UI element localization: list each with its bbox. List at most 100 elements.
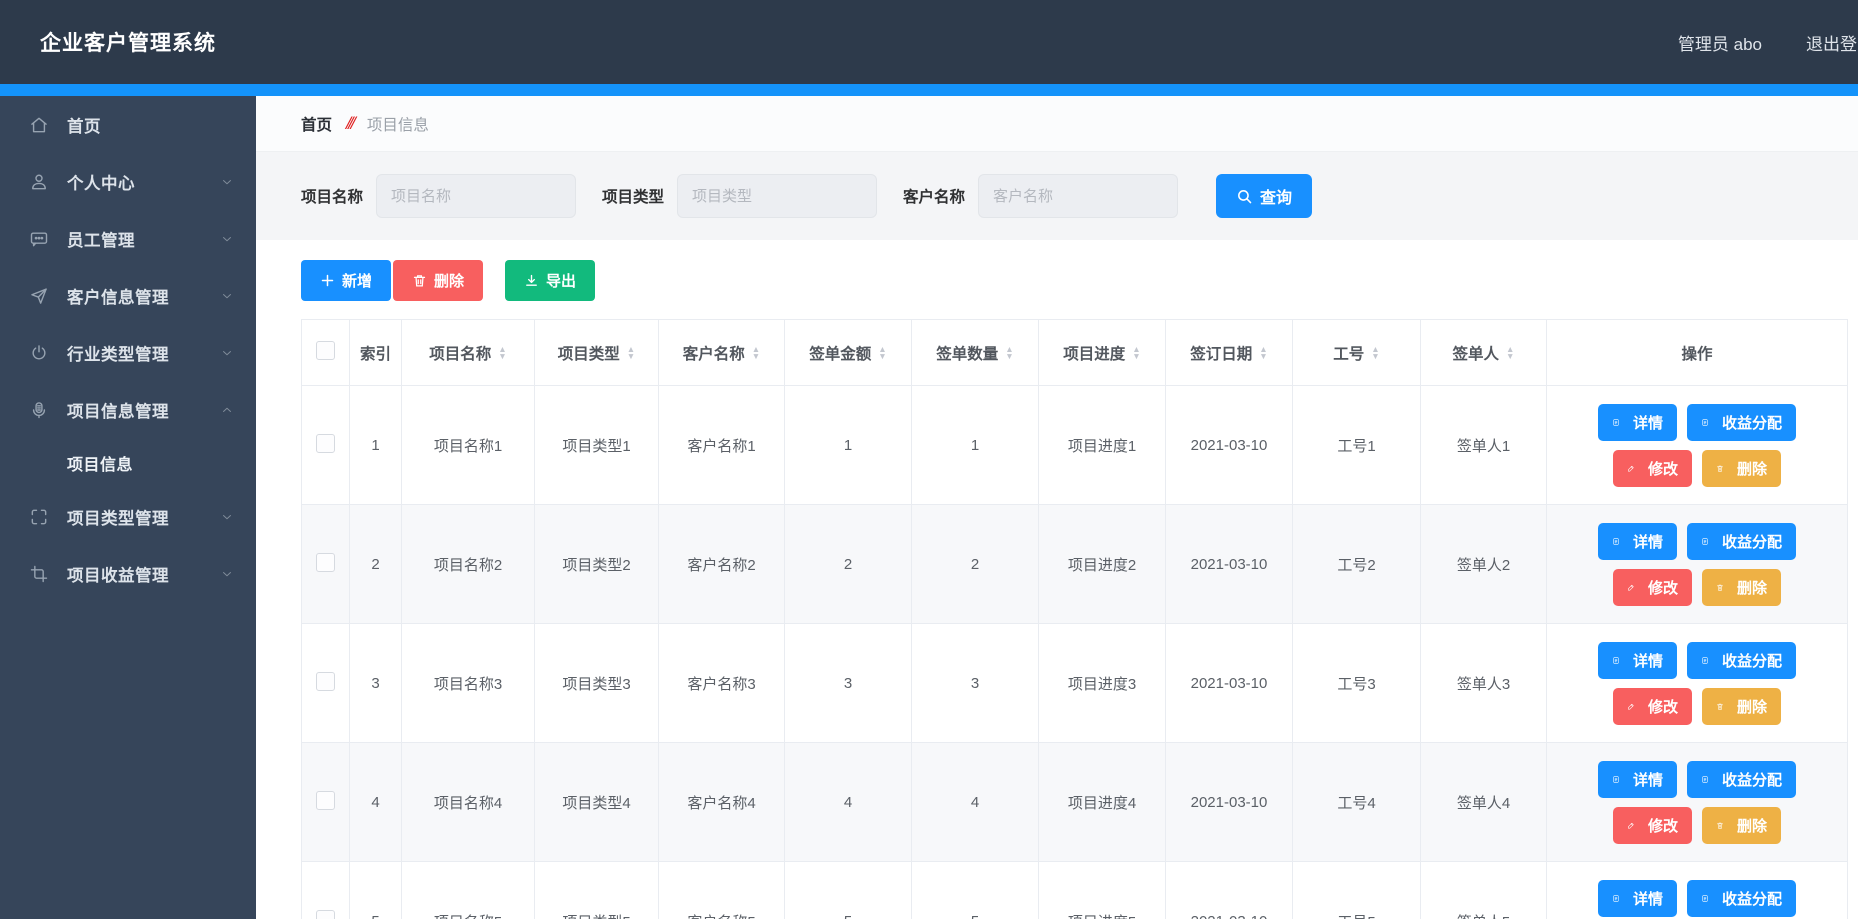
- sort-icon[interactable]: ▲▼: [1132, 346, 1140, 360]
- column-header[interactable]: 客户名称 ▲▼: [659, 320, 785, 386]
- row-actions-cell: 详情 收益分配 修改 删除: [1547, 624, 1848, 743]
- table-header-row: 索引项目名称▲▼项目类型▲▼客户名称▲▼签单金额▲▼签单数量▲▼项目进度▲▼签订…: [302, 320, 1848, 386]
- breadcrumb-current: 项目信息: [367, 113, 429, 135]
- sidebar-subitem[interactable]: 项目信息: [0, 438, 256, 488]
- row-checkbox[interactable]: [316, 672, 335, 691]
- doc-icon: [1612, 891, 1627, 906]
- income-allocation-button[interactable]: 收益分配: [1687, 880, 1796, 917]
- sidebar-menu: 首页个人中心员工管理客户信息管理行业类型管理项目信息管理项目信息项目类型管理项目…: [0, 96, 256, 602]
- sort-icon[interactable]: ▲▼: [1005, 346, 1013, 360]
- column-header[interactable]: 项目进度▲▼: [1039, 320, 1166, 386]
- row-actions-cell: 详情 收益分配 修改 删除: [1547, 743, 1848, 862]
- cell-worker: 工号4: [1293, 743, 1421, 862]
- sort-icon[interactable]: ▲▼: [1371, 346, 1379, 360]
- edit-button[interactable]: 修改: [1613, 807, 1692, 844]
- row-select-cell: [302, 743, 350, 862]
- row-actions-cell: 详情 收益分配 修改 删除: [1547, 386, 1848, 505]
- sort-icon[interactable]: ▲▼: [1506, 346, 1514, 360]
- sidebar-item[interactable]: 项目类型管理: [0, 488, 256, 545]
- sidebar-item[interactable]: 行业类型管理: [0, 324, 256, 381]
- customer-name-input[interactable]: [978, 174, 1178, 218]
- chevron-down-icon: [220, 567, 234, 581]
- column-header[interactable]: 签订日期▲▼: [1166, 320, 1293, 386]
- sidebar-item[interactable]: 首页: [0, 96, 256, 153]
- cell-progress: 项目进度1: [1039, 386, 1166, 505]
- project-name-input[interactable]: [376, 174, 576, 218]
- column-header-label: 操作: [1681, 342, 1712, 364]
- filter-group-project-type: 项目类型: [602, 174, 877, 218]
- column-header[interactable]: 项目名称▲▼: [402, 320, 535, 386]
- sidebar-item[interactable]: 项目收益管理: [0, 545, 256, 602]
- column-header[interactable]: 签单数量 ▲▼: [912, 320, 1039, 386]
- income-allocation-button[interactable]: 收益分配: [1687, 761, 1796, 798]
- sidebar-item[interactable]: 客户信息管理: [0, 267, 256, 324]
- row-delete-button[interactable]: 删除: [1702, 450, 1781, 487]
- cell-customer: 客户名称1: [659, 386, 785, 505]
- trash-icon: [1716, 699, 1731, 714]
- row-checkbox[interactable]: [316, 791, 335, 810]
- project-type-input[interactable]: [677, 174, 877, 218]
- column-header-label: 签单数量: [936, 342, 998, 364]
- sidebar-item-label: 个人中心: [67, 170, 135, 194]
- edit-button[interactable]: 修改: [1613, 450, 1692, 487]
- sidebar-item-label: 行业类型管理: [67, 341, 169, 365]
- detail-button[interactable]: 详情: [1598, 761, 1677, 798]
- row-delete-button[interactable]: 删除: [1702, 688, 1781, 725]
- edit-icon: [1627, 818, 1642, 833]
- sidebar-item[interactable]: 员工管理: [0, 210, 256, 267]
- cell-amount: 3: [785, 624, 912, 743]
- add-button[interactable]: 新增: [301, 260, 391, 301]
- row-delete-button[interactable]: 删除: [1702, 569, 1781, 606]
- sort-icon[interactable]: ▲▼: [752, 346, 760, 360]
- sidebar-item-label: 项目信息管理: [67, 398, 169, 422]
- sidebar-item-label: 项目收益管理: [67, 562, 169, 586]
- column-header[interactable]: 项目类型▲▼: [535, 320, 659, 386]
- sidebar-item[interactable]: 项目信息管理: [0, 381, 256, 438]
- edit-icon: [1627, 699, 1642, 714]
- edit-button[interactable]: 修改: [1613, 688, 1692, 725]
- detail-button[interactable]: 详情: [1598, 642, 1677, 679]
- detail-button[interactable]: 详情: [1598, 404, 1677, 441]
- doc-icon: [1612, 534, 1627, 549]
- sidebar-item-label: 首页: [67, 113, 101, 137]
- cell-name: 项目名称4: [402, 743, 535, 862]
- chevron-down-icon: [220, 175, 234, 189]
- search-button[interactable]: 查询: [1216, 174, 1312, 218]
- row-checkbox[interactable]: [316, 434, 335, 453]
- sort-icon[interactable]: ▲▼: [627, 346, 635, 360]
- cell-signer: 签单人5: [1421, 862, 1547, 919]
- cell-type: 项目类型1: [535, 386, 659, 505]
- row-delete-button[interactable]: 删除: [1702, 807, 1781, 844]
- doc-icon: [1612, 772, 1627, 787]
- cell-worker: 工号2: [1293, 505, 1421, 624]
- logout-link[interactable]: 退出登录: [1806, 30, 1858, 55]
- detail-button[interactable]: 详情: [1598, 880, 1677, 917]
- row-checkbox[interactable]: [316, 553, 335, 572]
- income-allocation-button[interactable]: 收益分配: [1687, 523, 1796, 560]
- download-icon: [524, 273, 539, 288]
- column-header[interactable]: 工号▲▼: [1293, 320, 1421, 386]
- breadcrumb-separator: ///: [346, 113, 353, 135]
- home-icon: [28, 114, 50, 136]
- column-header[interactable]: 签单金额▲▼: [785, 320, 912, 386]
- sort-icon[interactable]: ▲▼: [878, 346, 886, 360]
- delete-button[interactable]: 删除: [393, 260, 483, 301]
- sidebar-item[interactable]: 个人中心: [0, 153, 256, 210]
- sort-icon[interactable]: ▲▼: [1259, 346, 1267, 360]
- cell-index: 4: [350, 743, 402, 862]
- export-button[interactable]: 导出: [505, 260, 595, 301]
- column-header-label: 客户名称: [683, 342, 745, 364]
- column-header[interactable]: 签单人▲▼: [1421, 320, 1547, 386]
- income-allocation-button[interactable]: 收益分配: [1687, 404, 1796, 441]
- sort-icon[interactable]: ▲▼: [498, 346, 506, 360]
- detail-button[interactable]: 详情: [1598, 523, 1677, 560]
- breadcrumb-home-link[interactable]: 首页: [301, 113, 332, 135]
- trash-icon: [1716, 461, 1731, 476]
- income-allocation-button[interactable]: 收益分配: [1687, 642, 1796, 679]
- edit-button[interactable]: 修改: [1613, 569, 1692, 606]
- row-checkbox[interactable]: [316, 910, 335, 919]
- doc-icon: [1612, 415, 1627, 430]
- row-select-cell: [302, 505, 350, 624]
- select-all-checkbox[interactable]: [316, 341, 335, 360]
- table-row: 2项目名称2项目类型2客户名称222项目进度22021-03-10工号2签单人2…: [302, 505, 1848, 624]
